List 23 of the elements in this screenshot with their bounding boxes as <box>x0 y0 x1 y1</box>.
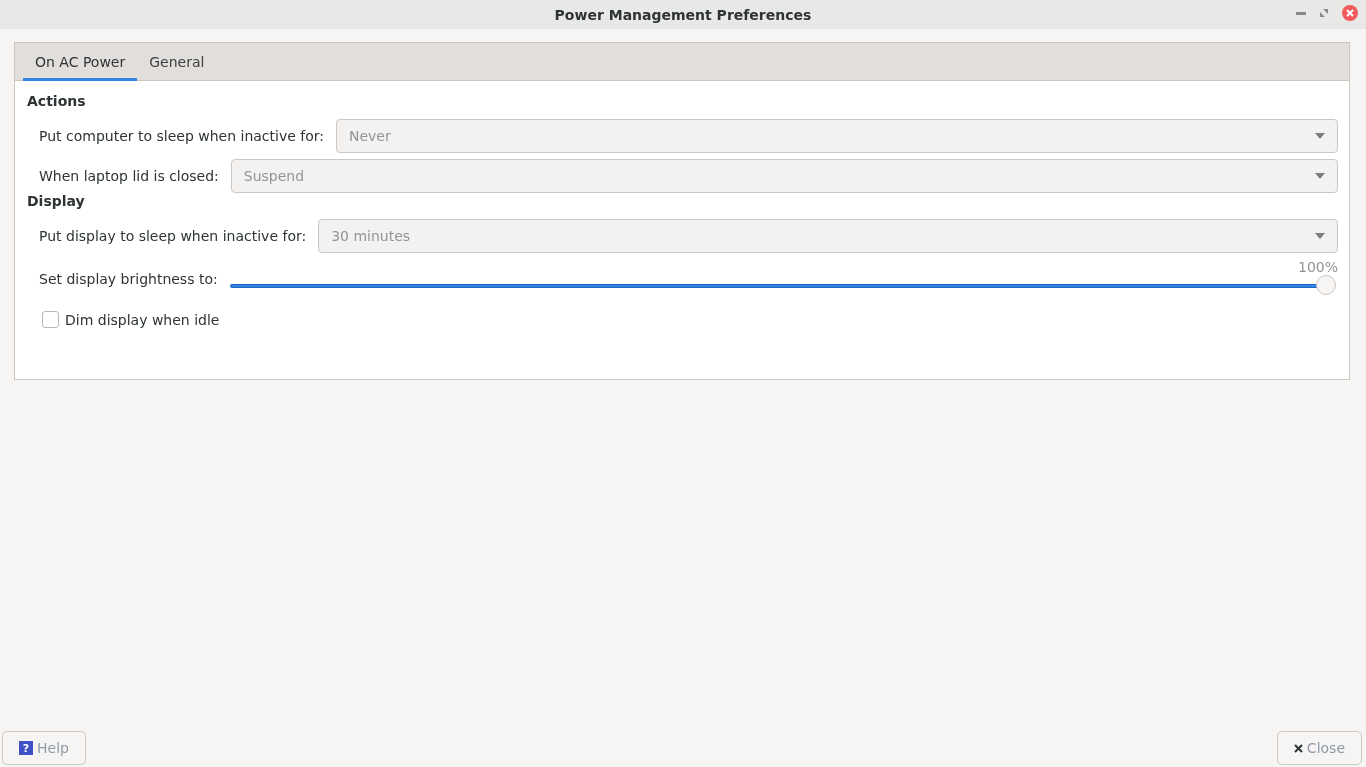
close-button[interactable]: Close <box>1276 731 1362 765</box>
close-x-icon <box>1293 743 1303 753</box>
dropdown-caret-icon <box>1315 173 1325 179</box>
slider-value: 100% <box>1297 259 1338 275</box>
checkbox-label: Dim display when idle <box>65 311 220 328</box>
help-button[interactable]: ? Help <box>2 731 86 765</box>
tab[interactable]: On AC Power <box>23 43 138 81</box>
field-label: When laptop lid is closed: <box>39 168 219 184</box>
help-icon: ? <box>19 741 33 755</box>
section-title: Actions <box>27 93 87 111</box>
dropdown-caret-icon <box>1315 133 1325 139</box>
window-title: Power Management Preferences <box>554 6 812 23</box>
restore-icon[interactable] <box>1320 9 1328 17</box>
section-title: Display <box>27 193 86 211</box>
minimize-icon[interactable] <box>1296 11 1306 15</box>
slider-thumb[interactable] <box>1316 275 1336 295</box>
close-icon[interactable] <box>1342 5 1358 21</box>
field-label: Set display brightness to: <box>39 271 218 287</box>
tab[interactable]: General <box>137 43 217 81</box>
field-label: Put computer to sleep when inactive for: <box>39 128 324 144</box>
checkbox[interactable] <box>42 311 59 328</box>
field-label: Put display to sleep when inactive for: <box>39 228 307 244</box>
dropdown-caret-icon <box>1315 233 1325 239</box>
